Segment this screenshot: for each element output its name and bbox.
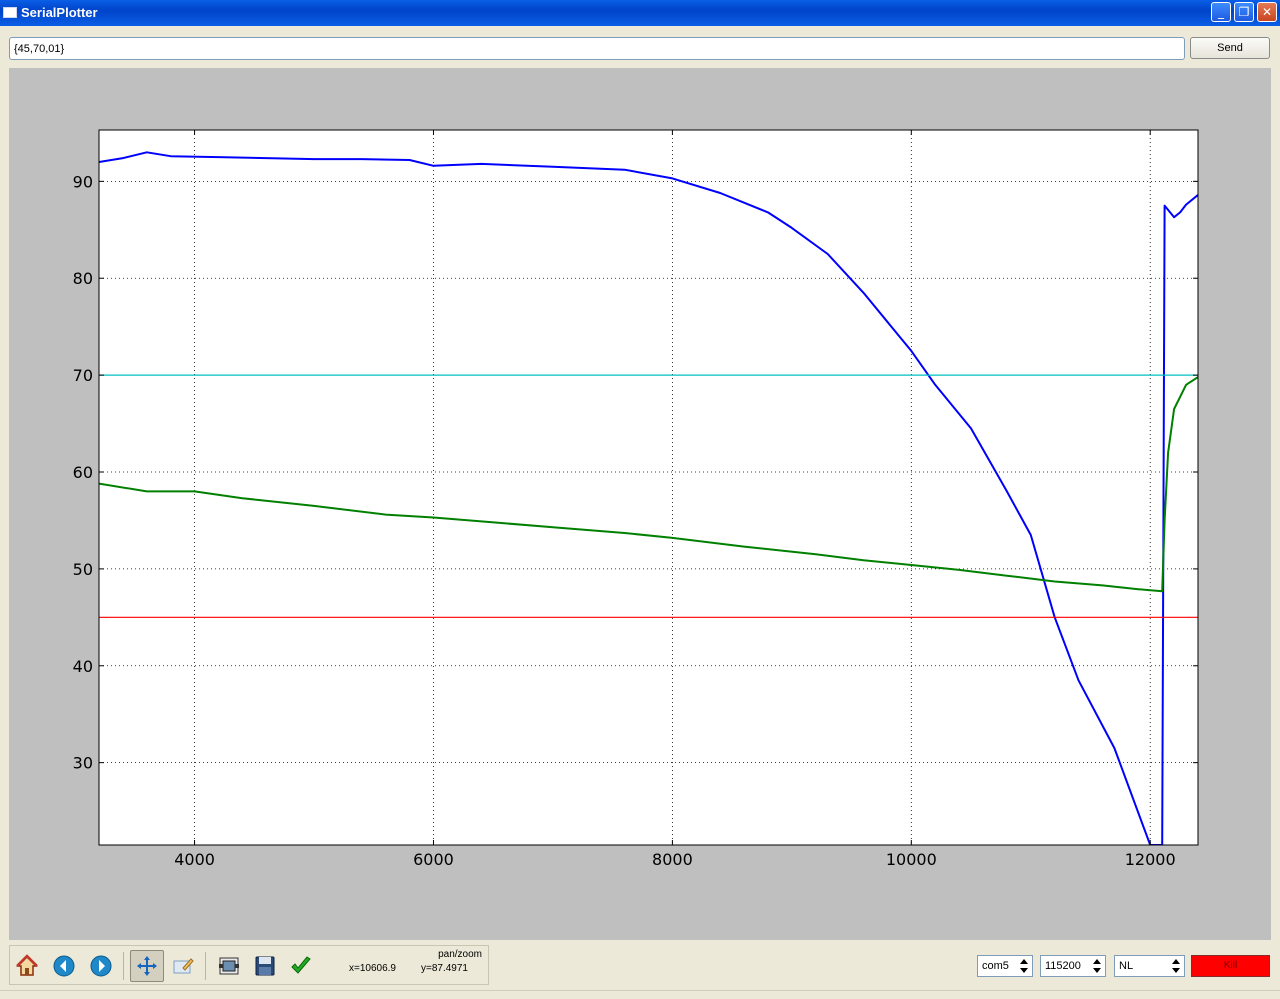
- spinner-arrows-icon[interactable]: [1091, 958, 1103, 974]
- y-tick-label: 80: [73, 269, 93, 288]
- port-value: com5: [982, 960, 1009, 972]
- x-tick-label: 8000: [652, 850, 693, 869]
- subplot-config-icon[interactable]: [214, 951, 244, 981]
- pan-move-icon[interactable]: [130, 950, 164, 982]
- spinner-arrows-icon[interactable]: [1018, 958, 1030, 974]
- minimize-button[interactable]: _: [1211, 2, 1231, 22]
- command-input[interactable]: [9, 37, 1185, 60]
- zoom-edit-icon[interactable]: [168, 951, 198, 981]
- port-select[interactable]: com5: [977, 955, 1033, 977]
- x-tick-label: 4000: [174, 850, 215, 869]
- y-tick-label: 30: [73, 754, 93, 773]
- y-coordinate-readout: y=87.4971: [421, 963, 468, 974]
- y-tick-label: 90: [73, 172, 93, 191]
- send-button[interactable]: Send: [1190, 37, 1270, 59]
- close-button[interactable]: ✕: [1257, 2, 1277, 22]
- back-arrow-icon[interactable]: [49, 951, 79, 981]
- x-tick-label: 10000: [886, 850, 937, 869]
- forward-arrow-icon[interactable]: [86, 951, 116, 981]
- x-tick-label: 12000: [1125, 850, 1176, 869]
- navigation-toolbar: x=10606.9 y=87.4971 pan/zoom: [9, 945, 489, 985]
- line-ending-select[interactable]: NL: [1114, 955, 1185, 977]
- title-bar: SerialPlotter _ ❐ ✕: [0, 0, 1280, 26]
- save-floppy-icon[interactable]: [250, 951, 280, 981]
- toolbar-separator: [123, 952, 124, 980]
- window-title: SerialPlotter: [21, 5, 98, 20]
- restore-button[interactable]: ❐: [1234, 2, 1254, 22]
- line-ending-value: NL: [1119, 960, 1134, 972]
- mode-indicator: pan/zoom: [438, 949, 482, 960]
- line-chart[interactable]: 4000 6000 8000 10000 12000 30 40 50 60 70 80 90: [9, 68, 1271, 940]
- checkmark-icon[interactable]: [286, 951, 316, 981]
- plot-figure[interactable]: 4000 6000 8000 10000 12000 30 40 50 60 70 80 90: [9, 68, 1271, 940]
- spinner-arrows-icon[interactable]: [1170, 958, 1182, 974]
- y-tick-label: 40: [73, 657, 93, 676]
- plot-axes-background[interactable]: [99, 130, 1198, 845]
- x-tick-label: 6000: [413, 850, 454, 869]
- kill-button[interactable]: Kill: [1191, 955, 1270, 977]
- y-tick-label: 60: [73, 463, 93, 482]
- y-tick-label: 50: [73, 560, 93, 579]
- x-coordinate-readout: x=10606.9: [349, 963, 396, 974]
- app-window-icon: [3, 7, 17, 18]
- home-icon[interactable]: [12, 951, 42, 981]
- toolbar-separator: [205, 952, 206, 980]
- baud-rate-select[interactable]: 115200: [1040, 955, 1106, 977]
- y-tick-label: 70: [73, 366, 93, 385]
- baud-rate-value: 115200: [1045, 960, 1081, 972]
